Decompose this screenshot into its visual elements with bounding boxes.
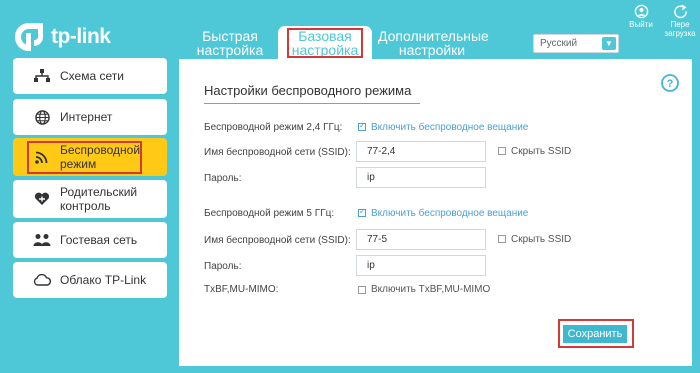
mimo-checkbox[interactable] [358, 286, 366, 294]
sidebar-item-label: Облако TP-Link [60, 273, 147, 287]
band24-password-label: Пароль: [204, 173, 242, 184]
band5-password-input[interactable]: ip [356, 255, 486, 276]
tab-advanced-line2: настройки [398, 42, 466, 58]
band24-ssid-value: 77-2,4 [367, 146, 396, 157]
tab-advanced-line1: Дополнительные [378, 28, 489, 44]
logout-button[interactable]: Выйти [621, 4, 661, 29]
svg-text:?: ? [667, 78, 674, 90]
sidebar-item-label: Схема сети [60, 69, 124, 83]
tab-quick-setup-line1: Быстрая [202, 28, 258, 44]
page-title: Настройки беспроводного режима [204, 83, 412, 98]
reboot-label-line1: Пере [670, 20, 690, 29]
band24-ssid-input[interactable]: 77-2,4 [356, 141, 486, 162]
logout-label: Выйти [629, 20, 653, 29]
tab-quick-setup-line2: настройка [196, 42, 264, 58]
tp-link-logo-icon [15, 23, 43, 51]
sidebar-item-network-map[interactable]: Схема сети [13, 58, 167, 94]
band24-ssid-label: Имя беспроводной сети (SSID): [204, 147, 351, 158]
sidebar-item-guest-network[interactable]: Гостевая сеть [13, 222, 167, 258]
language-value: Русский [540, 38, 578, 49]
globe-icon [32, 109, 52, 125]
band5-hide-ssid-checkbox[interactable] [498, 235, 506, 243]
tab-advanced-settings[interactable]: Дополнительные настройки [378, 28, 489, 59]
mimo-option-label[interactable]: Включить TxBF,MU-MIMO [371, 284, 490, 296]
tab-highlight-frame [287, 28, 363, 58]
band24-enable-label[interactable]: Включить беспроводное вещание [371, 122, 528, 134]
guests-icon [32, 233, 52, 247]
mimo-label: TxBF,MU-MIMO: [204, 284, 279, 295]
tp-link-logo: tp-link [12, 20, 111, 54]
band5-ssid-label: Имя беспроводной сети (SSID): [204, 235, 351, 246]
band5-hide-ssid-label[interactable]: Скрыть SSID [511, 234, 571, 246]
band24-hide-ssid-label[interactable]: Скрыть SSID [511, 146, 571, 158]
sidebar-item-label: Родительский контроль [60, 185, 138, 213]
tab-quick-setup[interactable]: Быстрая настройка [191, 29, 269, 59]
cloud-icon [32, 274, 52, 286]
band5-password-label: Пароль: [204, 261, 242, 272]
band5-enable-checkbox[interactable] [358, 207, 366, 217]
heart-icon [32, 192, 52, 206]
language-select[interactable]: Русский ▼ [533, 34, 619, 53]
band24-enable-checkbox[interactable] [358, 121, 366, 131]
network-map-icon [32, 69, 52, 83]
reboot-icon [673, 4, 687, 19]
help-icon[interactable]: ? [661, 74, 679, 92]
user-icon [634, 4, 648, 19]
band5-enable-label[interactable]: Включить беспроводное вещание [371, 208, 528, 220]
reboot-label-line2: загрузка [664, 29, 696, 38]
band5-ssid-input[interactable]: 77-5 [356, 229, 486, 250]
sidebar-item-label: Интернет [60, 110, 113, 124]
band5-ssid-value: 77-5 [367, 234, 388, 245]
band5-password-value: ip [367, 260, 375, 271]
brand-name: tp-link [51, 25, 111, 48]
sidebar-item-label: Гостевая сеть [60, 233, 138, 247]
band24-password-value: ip [367, 172, 375, 183]
sidebar-highlight-frame [27, 141, 142, 174]
sidebar-item-tp-link-cloud[interactable]: Облако TP-Link [13, 262, 167, 298]
reboot-button[interactable]: Пере загрузка [663, 4, 697, 38]
band24-password-input[interactable]: ip [356, 167, 486, 188]
band5-label: Беспроводной режим 5 ГГц: [204, 208, 335, 219]
sidebar-item-parental-control[interactable]: Родительский контроль [13, 180, 167, 218]
sidebar-item-internet[interactable]: Интернет [13, 99, 167, 135]
title-divider [204, 103, 420, 104]
band24-hide-ssid-checkbox[interactable] [498, 147, 506, 155]
band24-label: Беспроводной режим 2,4 ГГц: [204, 122, 343, 133]
chevron-down-icon: ▼ [602, 37, 616, 50]
save-button[interactable]: Сохранить [563, 325, 627, 343]
